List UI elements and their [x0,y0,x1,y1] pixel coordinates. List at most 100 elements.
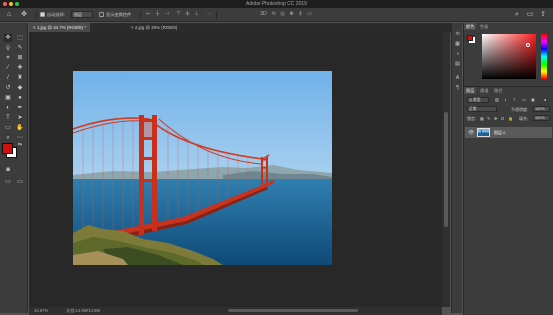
foreground-color-swatch[interactable] [2,143,13,154]
title-bar: Adobe Photoshop CC 2019 [0,0,553,8]
vertical-scroll-thumb[interactable] [444,112,448,227]
filter-shape-icon[interactable]: ▭ [522,97,526,102]
filter-pixel-icon[interactable]: ▧ [495,97,499,102]
pen-tool-icon[interactable]: ✒ [16,104,24,112]
healing-brush-tool-icon[interactable]: ✚ [16,64,24,72]
hand-tool-icon[interactable]: ✋ [16,124,24,132]
eraser-tool-icon[interactable]: ◆ [16,84,24,92]
auto-select-checkbox[interactable] [40,12,45,17]
show-transform-checkbox[interactable] [99,12,104,17]
type-tool-icon[interactable]: T [4,114,12,122]
path-select-tool-icon[interactable]: ➤ [16,114,24,122]
tab-label: 2.jpg @ 25% (RGB/8) [134,25,178,30]
blend-mode-dropdown[interactable]: 正常 [467,106,497,112]
stamp-tool-icon[interactable]: ♜ [16,74,24,82]
auto-select-target-dropdown[interactable]: 图层 [71,11,93,18]
window-title: Adobe Photoshop CC 2019 [246,1,307,7]
marquee-tool-icon[interactable]: ⬚ [16,34,24,42]
3d-roll-icon[interactable]: ◎ [279,11,286,18]
properties-panel-icon[interactable]: ▦ [454,41,461,48]
document-tab-bar: × 1.jpg @ 34.7% (RGB/8) * × 2.jpg @ 25% … [29,23,452,32]
tab-swatches[interactable]: 色板 [478,23,490,30]
crop-tool-icon[interactable]: ⌗ [4,54,12,62]
layer-name[interactable]: 图层 0 [494,130,505,136]
lock-position-icon[interactable]: ✥ [494,116,497,121]
align-center-icon[interactable]: ┼ [154,11,161,18]
lock-artboard-icon[interactable]: ⊡ [501,116,504,121]
swap-colors-icon[interactable]: ⇆ [16,141,24,149]
tab-document-1[interactable]: × 1.jpg @ 34.7% (RGB/8) * [29,23,90,32]
horizontal-scroll-thumb[interactable] [228,309,358,312]
collapsed-panels-strip: ⟲ ▦ ◑ ▤ A ¶ [451,23,462,313]
zoom-tool-icon[interactable]: ⌕ [4,134,12,142]
paragraph-panel-icon[interactable]: ¶ [454,85,461,92]
tab-paths[interactable]: 路径 [492,87,504,94]
fill-label: 填充: [519,116,529,121]
tab-channels[interactable]: 通道 [478,87,490,94]
lasso-tool-icon[interactable]: ϙ [4,44,12,52]
move-tool-icon[interactable]: ✥ [4,34,12,42]
align-middle-icon[interactable]: ╪ [184,11,191,18]
share-icon[interactable]: ⇪ [539,11,547,19]
dodge-tool-icon[interactable]: ◐ [4,104,12,112]
filter-type-icon[interactable]: T [513,97,515,102]
golden-gate-bridge-photo [73,71,332,265]
opacity-field[interactable]: 100% [533,106,550,112]
tab-document-2[interactable]: × 2.jpg @ 25% (RGB/8) [127,23,181,32]
3d-mode-label-icon: 3D [260,11,267,17]
frame-tool-icon[interactable]: ⊠ [16,54,24,62]
eyedropper-tool-icon[interactable]: ⁄ [4,64,12,72]
zoom-level[interactable]: 34.67% [34,308,48,313]
fill-field[interactable]: 100% [533,115,550,121]
document-canvas-image[interactable] [73,71,332,265]
layer-filter-dropdown[interactable]: Q 类型 [467,97,489,103]
3d-slide-icon[interactable]: ⇕ [297,11,304,18]
quick-mask-icon[interactable]: ◙ [4,166,12,174]
history-brush-tool-icon[interactable]: ↺ [4,84,12,92]
filter-smart-object-icon[interactable]: ▣ [531,97,535,102]
hue-slider[interactable] [541,34,547,79]
gradient-tool-icon[interactable]: ▣ [4,94,12,102]
workspace-icon[interactable]: ▭ [526,11,534,19]
tab-color[interactable]: 颜色 [464,23,477,30]
color-field[interactable] [482,34,536,79]
color-foreground-chip[interactable] [467,35,473,41]
shape-tool-icon[interactable]: ▭ [4,124,12,132]
libraries-panel-icon[interactable]: ▤ [454,61,461,68]
3d-rotate-icon[interactable]: ⟲ [270,11,277,18]
tab-close-icon[interactable]: × [131,25,134,30]
align-left-icon[interactable]: ⊢ [145,11,152,18]
options-bar: ⌂ ✥ 自动选择: 图层 显示变换控件 ⊢ ┼ ⊣ ⊤ ╪ ⊥ ⋯ 3D ⟲ ◎… [0,8,553,22]
lock-pixels-icon[interactable]: ✎ [487,116,490,121]
lock-transparent-icon[interactable]: ▦ [480,116,484,121]
adjustments-panel-icon[interactable]: ◑ [454,51,461,58]
align-top-icon[interactable]: ⊤ [175,11,182,18]
filter-toggle-icon[interactable]: ● [544,97,546,102]
auto-select-label: 自动选择: [47,12,65,17]
align-right-icon[interactable]: ⊣ [163,11,170,18]
home-icon[interactable]: ⌂ [5,11,13,19]
distribute-icon[interactable]: ⋯ [205,11,212,18]
move-tool-icon[interactable]: ✥ [20,11,28,19]
search-icon[interactable]: ⌕ [513,11,521,19]
character-panel-icon[interactable]: A [454,75,461,82]
lock-all-icon[interactable]: 🔒 [508,116,513,121]
align-bottom-icon[interactable]: ⊥ [193,11,200,18]
history-panel-icon[interactable]: ⟲ [454,31,461,38]
tab-layers[interactable]: 图层 [464,87,477,94]
opacity-label: 不透明度: [511,107,529,112]
brush-tool-icon[interactable]: / [4,74,12,82]
blur-tool-icon[interactable]: ● [16,94,24,102]
3d-scale-icon[interactable]: ▭ [306,11,313,18]
lock-label: 锁定: [467,116,477,121]
screen-mode-icon[interactable]: ▭ [4,178,12,186]
quick-select-tool-icon[interactable]: ✎ [16,44,24,52]
color-picker-marker[interactable] [526,43,530,47]
layer-row[interactable]: 👁 图层 0 [465,127,552,138]
edit-toolbar-icon[interactable]: ▭ [16,178,24,186]
3d-pan-icon[interactable]: ✥ [288,11,295,18]
visibility-eye-icon[interactable]: 👁 [468,130,474,136]
filter-adjustment-icon[interactable]: ◑ [504,97,506,102]
tab-close-icon[interactable]: × [33,25,36,30]
right-panel-dock: 颜色 色板 图层 通道 路径 Q 类型 ▧ ◑ T ▭ ▣ ● 正常 不透明度:… [463,23,553,315]
